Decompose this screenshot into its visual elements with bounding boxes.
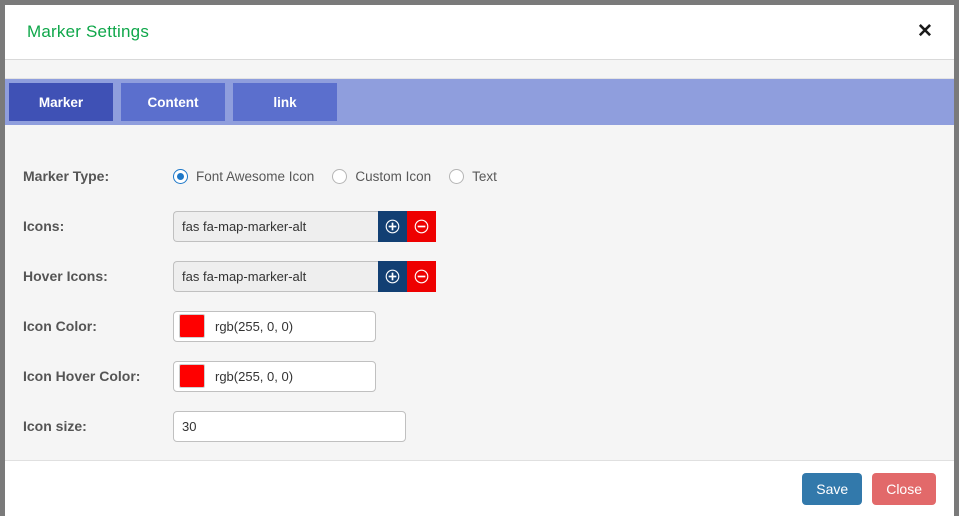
circle-plus-icon	[385, 219, 400, 233]
icon-color-control: rgb(255, 0, 0)	[173, 310, 376, 342]
radio-selected-icon	[173, 168, 188, 184]
remove-icon-button[interactable]	[407, 210, 436, 242]
marker-settings-dialog: Marker Settings ✕ Marker Content link Ma…	[0, 0, 959, 516]
tab-content[interactable]: Content	[121, 83, 225, 121]
hover-icons-label: Hover Icons:	[23, 268, 108, 284]
tab-marker[interactable]: Marker	[9, 83, 113, 121]
color-swatch-icon	[179, 364, 205, 388]
dialog-header: Marker Settings ✕	[5, 5, 954, 60]
icon-hover-color-label: Icon Hover Color:	[23, 368, 141, 384]
close-icon[interactable]: ✕	[914, 21, 936, 43]
radio-font-awesome-icon[interactable]: Font Awesome Icon	[173, 168, 315, 184]
header-separator	[5, 60, 954, 79]
marker-type-row: Marker Type: Font Awesome Icon Custom Ic…	[5, 151, 954, 201]
tab-bar: Marker Content link	[5, 79, 954, 125]
save-button[interactable]: Save	[802, 472, 863, 505]
icons-input[interactable]	[173, 210, 378, 242]
icon-size-control	[173, 410, 406, 442]
radio-label: Custom Icon	[355, 168, 432, 184]
icon-size-label: Icon size:	[23, 418, 87, 434]
close-button[interactable]: Close	[872, 472, 936, 505]
dialog-footer: Save Close	[5, 460, 954, 516]
radio-label: Text	[472, 168, 497, 184]
icon-color-row: Icon Color: rgb(255, 0, 0)	[5, 301, 954, 351]
radio-unselected-icon	[449, 168, 465, 184]
icon-hover-color-control: rgb(255, 0, 0)	[173, 360, 376, 392]
radio-text[interactable]: Text	[449, 168, 497, 184]
icon-hover-color-picker[interactable]: rgb(255, 0, 0)	[173, 360, 376, 392]
hover-icons-row: Hover Icons:	[5, 251, 954, 301]
tab-link[interactable]: link	[233, 83, 337, 121]
icon-size-row: Icon size:	[5, 401, 954, 451]
marker-type-label: Marker Type:	[23, 168, 110, 184]
icon-hover-color-row: Icon Hover Color: rgb(255, 0, 0)	[5, 351, 954, 401]
dialog-body: Marker Type: Font Awesome Icon Custom Ic…	[5, 125, 954, 460]
icon-color-label: Icon Color:	[23, 318, 97, 334]
page-title: Marker Settings	[27, 22, 150, 41]
icon-hover-color-value: rgb(255, 0, 0)	[215, 368, 294, 384]
radio-custom-icon[interactable]: Custom Icon	[332, 168, 432, 184]
icons-control	[173, 210, 436, 242]
circle-minus-icon	[414, 219, 429, 233]
add-icon-button[interactable]	[378, 210, 407, 242]
hover-icons-control	[173, 260, 436, 292]
icon-color-picker[interactable]: rgb(255, 0, 0)	[173, 310, 376, 342]
radio-label: Font Awesome Icon	[196, 168, 315, 184]
icon-size-input[interactable]	[173, 410, 406, 442]
color-swatch-icon	[179, 314, 205, 338]
radio-unselected-icon	[332, 168, 348, 184]
circle-minus-icon	[414, 269, 429, 283]
icon-color-value: rgb(255, 0, 0)	[215, 318, 294, 334]
marker-type-radio-group: Font Awesome Icon Custom Icon Text	[173, 168, 515, 184]
circle-plus-icon	[385, 269, 400, 283]
add-hover-icon-button[interactable]	[378, 260, 407, 292]
icons-label: Icons:	[23, 218, 65, 234]
remove-hover-icon-button[interactable]	[407, 260, 436, 292]
hover-icons-input[interactable]	[173, 260, 378, 292]
icons-row: Icons:	[5, 201, 954, 251]
